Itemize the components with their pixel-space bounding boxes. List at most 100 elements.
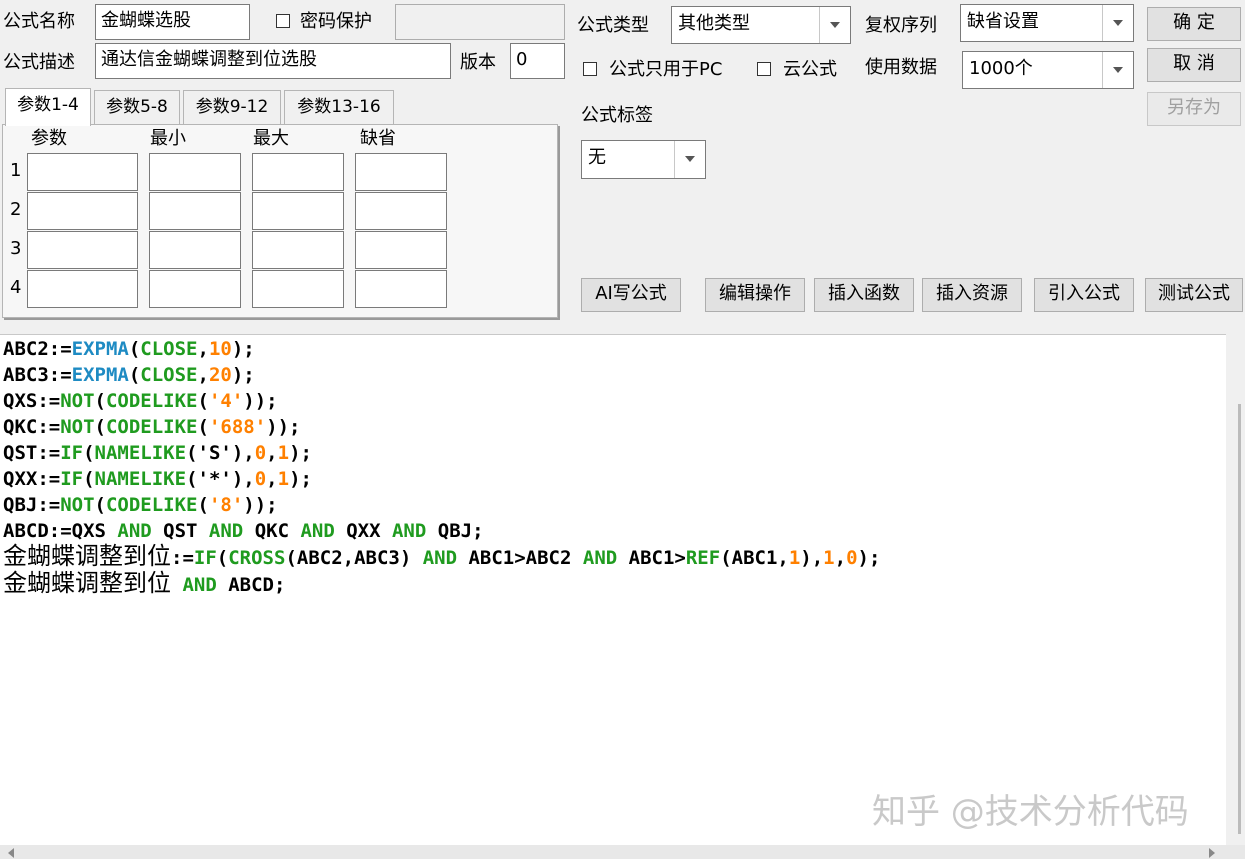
cancel-button[interactable]: 取 消 [1147, 48, 1241, 82]
test-formula-button[interactable]: 测试公式 [1145, 278, 1243, 312]
code-token: AND [391, 520, 427, 542]
scrollbar-thumb[interactable] [1238, 404, 1241, 834]
watermark: 知乎 @技术分析代码 [872, 792, 1189, 832]
code-token: NOT [60, 494, 95, 516]
ok-button[interactable]: 确 定 [1147, 7, 1241, 41]
code-token: IF [60, 442, 84, 464]
save-as-button[interactable]: 另存为 [1147, 92, 1241, 126]
param-default-cell[interactable] [355, 192, 447, 230]
chevron-down-icon[interactable] [1102, 5, 1133, 41]
horizontal-scrollbar[interactable] [0, 845, 1245, 859]
insert-function-button[interactable]: 插入函数 [814, 278, 914, 312]
code-token: CODELIKE [105, 494, 198, 516]
version-input[interactable]: 0 [510, 43, 565, 79]
vertical-scrollbar[interactable] [1228, 334, 1245, 845]
scroll-right-icon[interactable] [1209, 848, 1215, 858]
code-token: , [266, 442, 278, 464]
insert-resource-button[interactable]: 插入资源 [922, 278, 1022, 312]
code-token: ); [857, 547, 881, 569]
code-token: AND [208, 520, 244, 542]
code-line: ABCD:=QXS AND QST AND QKC AND QXX AND QB… [3, 518, 484, 544]
formula-type-select[interactable]: 其他类型 [671, 6, 851, 44]
code-token: ( [197, 416, 209, 438]
params-panel: 参数 最小 最大 缺省 1 2 3 4 [2, 124, 558, 318]
version-label: 版本 [460, 52, 496, 73]
code-token: QBJ:= [3, 494, 61, 516]
password-input[interactable] [395, 4, 565, 40]
code-token: CROSS [228, 547, 286, 569]
code-token: ABC1>ABC2 [457, 547, 583, 569]
code-token: ( [83, 442, 95, 464]
code-token: 1 [277, 442, 290, 464]
code-token: QBJ; [426, 520, 484, 542]
tab-params-9-12[interactable]: 参数9-12 [183, 90, 281, 124]
tab-params-1-4[interactable]: 参数1-4 [5, 88, 91, 126]
code-token: 1 [788, 547, 801, 569]
row-number: 4 [10, 277, 22, 298]
data-select[interactable]: 1000个 [962, 51, 1134, 89]
col-header-min: 最小 [150, 128, 186, 149]
param-min-cell[interactable] [149, 192, 241, 230]
param-name-cell[interactable] [27, 153, 138, 191]
code-token: AND [582, 547, 618, 569]
param-max-cell[interactable] [252, 270, 344, 308]
code-token: ABC3:= [3, 364, 72, 386]
code-token: (ABC1, [720, 547, 789, 569]
code-token: AND [182, 574, 217, 596]
code-token: '4' [208, 390, 244, 412]
scroll-left-icon[interactable] [8, 848, 14, 858]
fuquan-select[interactable]: 缺省设置 [960, 4, 1134, 42]
param-default-cell[interactable] [355, 231, 447, 269]
cloud-checkbox[interactable] [757, 62, 771, 76]
edit-operation-button[interactable]: 编辑操作 [705, 278, 805, 312]
param-max-cell[interactable] [252, 231, 344, 269]
row-number: 1 [10, 160, 22, 181]
param-max-cell[interactable] [252, 153, 344, 191]
formula-desc-input[interactable]: 通达信金蝴蝶调整到位选股 [95, 43, 451, 79]
code-token: QKC [243, 520, 301, 542]
code-token: )); [266, 416, 301, 438]
formula-name-input[interactable]: 金蝴蝶选股 [95, 4, 250, 40]
col-header-default: 缺省 [360, 128, 396, 149]
tab-params-5-8[interactable]: 参数5-8 [94, 90, 180, 124]
col-header-max: 最大 [253, 128, 289, 149]
formula-name-label: 公式名称 [3, 11, 75, 32]
code-token: NOT [60, 390, 95, 412]
code-token: NOT [60, 416, 95, 438]
ai-write-button[interactable]: AI写公式 [581, 278, 681, 312]
code-token: ( [216, 547, 229, 569]
code-token: ); [231, 364, 255, 386]
code-token: EXPMA [71, 338, 129, 360]
param-min-cell[interactable] [149, 231, 241, 269]
code-token: ( [197, 390, 209, 412]
chevron-down-icon[interactable] [1102, 52, 1133, 88]
param-name-cell[interactable] [27, 270, 138, 308]
col-header-param: 参数 [31, 128, 67, 149]
param-default-cell[interactable] [355, 270, 447, 308]
formula-tag-select[interactable]: 无 [581, 140, 706, 179]
chevron-down-icon[interactable] [819, 7, 850, 43]
code-token: ); [231, 338, 255, 360]
import-formula-button[interactable]: 引入公式 [1034, 278, 1134, 312]
param-default-cell[interactable] [355, 153, 447, 191]
param-name-cell[interactable] [27, 192, 138, 230]
param-name-cell[interactable] [27, 231, 138, 269]
code-token: )); [243, 390, 278, 412]
password-checkbox[interactable] [276, 14, 290, 28]
code-token: QST [151, 520, 209, 542]
formula-tag-value: 无 [588, 147, 606, 168]
pc-only-checkbox[interactable] [583, 62, 597, 76]
code-token: , [266, 468, 278, 490]
code-editor[interactable]: ABC2:=EXPMA(CLOSE,10); ABC3:=EXPMA(CLOSE… [0, 334, 1226, 846]
code-token: 0 [254, 442, 267, 464]
code-line: ABC2:=EXPMA(CLOSE,10); [3, 336, 255, 362]
param-min-cell[interactable] [149, 153, 241, 191]
param-min-cell[interactable] [149, 270, 241, 308]
code-line: QXS:=NOT(CODELIKE('4')); [3, 388, 278, 414]
code-token: NAMELIKE [94, 442, 187, 464]
param-max-cell[interactable] [252, 192, 344, 230]
tab-params-13-16[interactable]: 参数13-16 [284, 90, 394, 124]
chevron-down-icon[interactable] [674, 141, 705, 178]
code-token: ABCD:=QXS [3, 520, 118, 542]
code-token: NAMELIKE [94, 468, 187, 490]
